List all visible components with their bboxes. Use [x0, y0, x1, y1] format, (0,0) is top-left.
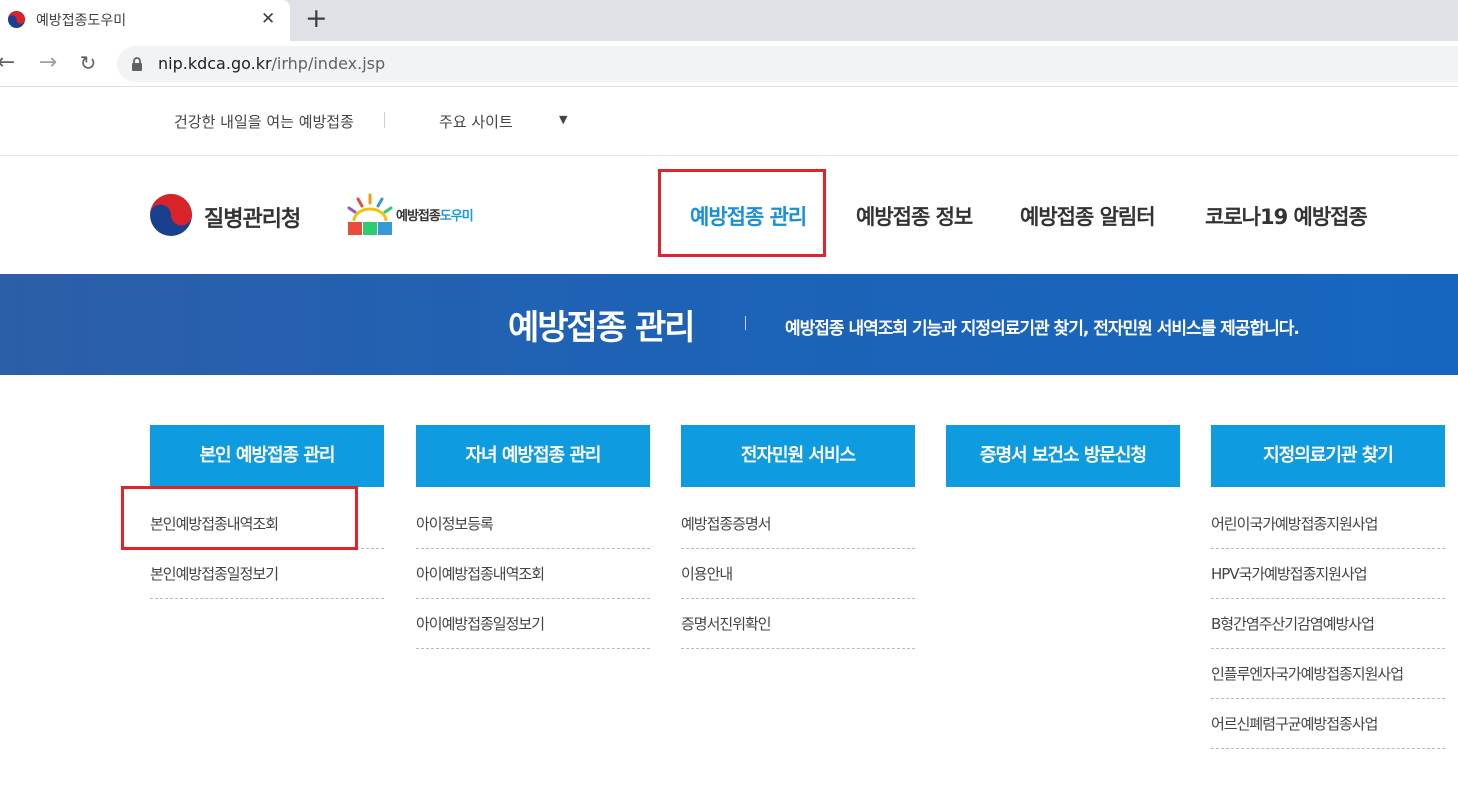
menu-item-self-schedule[interactable]: 본인예방접종일정보기 — [150, 549, 384, 599]
menu-item-usage-guide[interactable]: 이용안내 — [681, 549, 915, 599]
column-header-visit-request[interactable]: 증명서 보건소 방문신청 — [946, 425, 1180, 487]
menu-item-child-national-program[interactable]: 어린이국가예방접종지원사업 — [1211, 499, 1445, 549]
menu-item-hepatitis-b-program[interactable]: B형간염주산기감염예방사업 — [1211, 599, 1445, 649]
lock-icon — [132, 57, 142, 71]
menu-item-influenza-program[interactable]: 인플루엔자국가예방접종지원사업 — [1211, 649, 1445, 699]
menu-list: 아이정보등록 아이예방접종내역조회 아이예방접종일정보기 — [416, 499, 650, 649]
url-path: /irhp/index.jsp — [271, 54, 386, 73]
new-tab-button[interactable]: + — [305, 4, 328, 34]
column-header-self-vaccination[interactable]: 본인 예방접종 관리 — [150, 425, 384, 487]
close-tab-icon[interactable]: ✕ — [261, 9, 275, 29]
nip-name-part2: 도우미 — [439, 209, 474, 224]
menu-item-pneumococcal-program[interactable]: 어르신폐렴구균예방접종사업 — [1211, 699, 1445, 749]
utility-bar: 건강한 내일을 여는 예방접종 주요 사이트 ▼ — [0, 88, 1458, 156]
kdca-emblem-icon[interactable] — [149, 193, 193, 237]
menu-column-visit-request: 증명서 보건소 방문신청 — [946, 425, 1180, 487]
url-text: nip.kdca.go.kr/irhp/index.jsp — [158, 54, 385, 73]
column-header-child-vaccination[interactable]: 자녀 예방접종 관리 — [416, 425, 650, 487]
forward-arrow-icon[interactable]: → — [34, 49, 62, 77]
back-arrow-icon[interactable]: ← — [0, 49, 20, 77]
menu-item-child-register[interactable]: 아이정보등록 — [416, 499, 650, 549]
browser-toolbar: ← → ↻ nip.kdca.go.kr/irhp/index.jsp — [0, 41, 1458, 87]
address-bar[interactable]: nip.kdca.go.kr/irhp/index.jsp — [117, 46, 1458, 82]
menu-item-certificate[interactable]: 예방접종증명서 — [681, 499, 915, 549]
menu-item-child-schedule[interactable]: 아이예방접종일정보기 — [416, 599, 650, 649]
section-banner: 예방접종 관리 예방접종 내역조회 기능과 지정의료기관 찾기, 전자민원 서비… — [0, 274, 1458, 375]
gnb-highlight-box — [658, 169, 826, 257]
banner-description: 예방접종 내역조회 기능과 지정의료기관 찾기, 전자민원 서비스를 제공합니다… — [785, 319, 1300, 339]
nip-logo-icon[interactable] — [340, 191, 400, 237]
column-header-eservice[interactable]: 전자민원 서비스 — [681, 425, 915, 487]
chevron-down-icon[interactable]: ▼ — [559, 113, 567, 126]
menu-list: 어린이국가예방접종지원사업 HPV국가예방접종지원사업 B형간염주산기감염예방사… — [1211, 499, 1445, 749]
tab-title: 예방접종도우미 — [36, 13, 127, 29]
reload-icon[interactable]: ↻ — [74, 49, 102, 77]
menu-item-certificate-verify[interactable]: 증명서진위확인 — [681, 599, 915, 649]
menu-column-child: 자녀 예방접종 관리 아이정보등록 아이예방접종내역조회 아이예방접종일정보기 — [416, 425, 650, 649]
agency-name[interactable]: 질병관리청 — [204, 201, 301, 233]
browser-tab[interactable]: 예방접종도우미 ✕ — [0, 0, 290, 41]
banner-title: 예방접종 관리 — [508, 308, 696, 348]
nip-site-name[interactable]: 예방접종도우미 — [396, 205, 474, 224]
column-header-designated-clinic[interactable]: 지정의료기관 찾기 — [1211, 425, 1445, 487]
menu-column-designated-clinic: 지정의료기관 찾기 어린이국가예방접종지원사업 HPV국가예방접종지원사업 B형… — [1211, 425, 1445, 749]
menu-item-highlight-box — [121, 486, 358, 550]
banner-divider — [745, 316, 746, 330]
taegeuk-favicon-icon — [7, 10, 26, 29]
utility-divider — [384, 112, 385, 128]
gnb-vaccination-notice[interactable]: 예방접종 알림터 — [1020, 201, 1156, 231]
site-slogan-link[interactable]: 건강한 내일을 여는 예방접종 — [174, 111, 354, 132]
site-header: 질병관리청 예방접종도우미 예방접종 관리 예방접종 정보 예방접종 알림터 코… — [0, 157, 1458, 274]
gnb-covid19-vaccination[interactable]: 코로나19 예방접종 — [1205, 201, 1368, 231]
nip-name-part1: 예방접종 — [396, 209, 441, 224]
url-host: nip.kdca.go.kr — [158, 54, 272, 73]
menu-column-eservice: 전자민원 서비스 예방접종증명서 이용안내 증명서진위확인 — [681, 425, 915, 649]
browser-tabstrip: 예방접종도우미 ✕ + — [0, 0, 1458, 41]
gnb-vaccination-info[interactable]: 예방접종 정보 — [856, 201, 973, 231]
menu-list: 예방접종증명서 이용안내 증명서진위확인 — [681, 499, 915, 649]
menu-item-child-history[interactable]: 아이예방접종내역조회 — [416, 549, 650, 599]
major-sites-select[interactable]: 주요 사이트 — [439, 111, 513, 132]
menu-item-hpv-program[interactable]: HPV국가예방접종지원사업 — [1211, 549, 1445, 599]
